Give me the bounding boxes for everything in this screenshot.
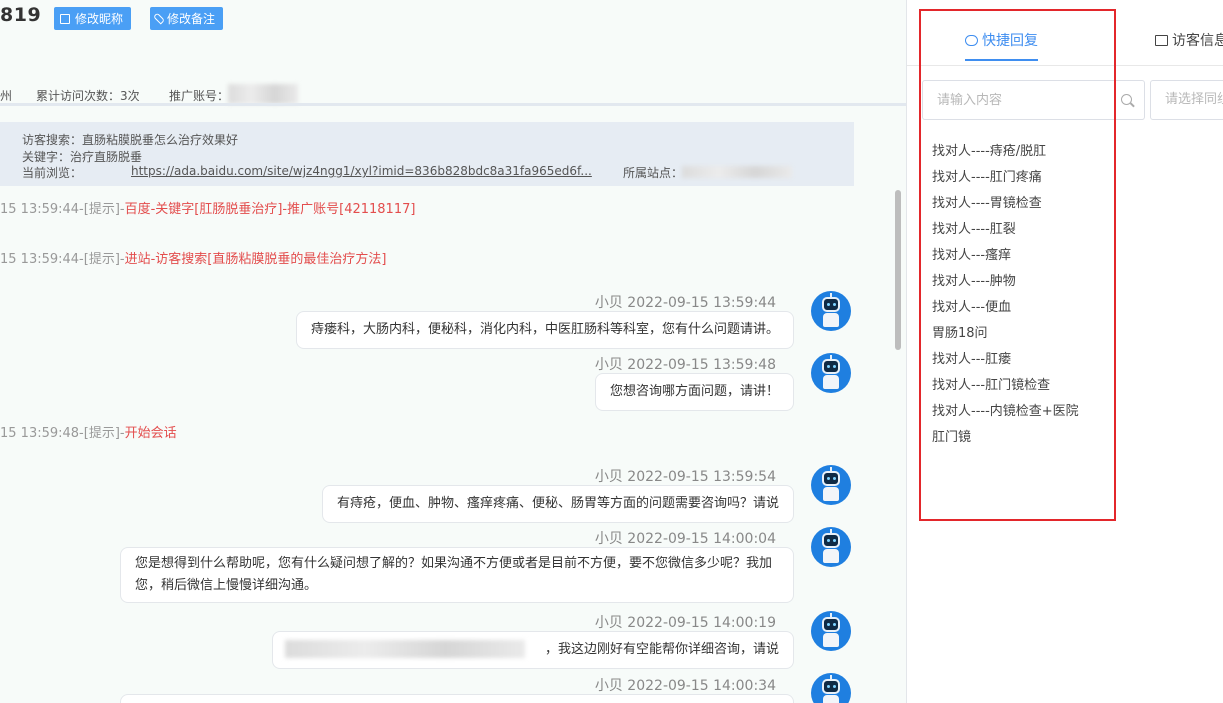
redacted-text bbox=[285, 640, 525, 658]
message-bubble: 您是想得到什么帮助呢，您有什么疑问想了解的？如果沟通不方便或者是目前不方便，要不… bbox=[120, 547, 794, 603]
quick-reply-item[interactable]: 找对人---瘙痒 bbox=[932, 244, 1011, 263]
quick-reply-item[interactable]: 找对人---便血 bbox=[932, 296, 1011, 315]
message-meta: 小贝 2022-09-15 13:59:48 bbox=[594, 357, 776, 373]
message-meta: 小贝 2022-09-15 14:00:34 bbox=[594, 678, 776, 694]
search-icon[interactable] bbox=[1121, 94, 1132, 105]
visit-count: 累计访问次数：3次 bbox=[36, 89, 140, 103]
quick-reply-item[interactable]: 找对人---肛门镜检查 bbox=[932, 374, 1050, 393]
message-bubble bbox=[120, 694, 794, 703]
quick-reply-item[interactable]: 找对人----肛裂 bbox=[932, 218, 1016, 237]
system-message: 15 13:59:48-[提示]-开始会话 bbox=[0, 426, 177, 441]
chat-scrollbar[interactable] bbox=[895, 190, 901, 350]
edit-nickname-button[interactable]: 修改昵称 bbox=[54, 7, 132, 30]
side-panel: 快捷回复 访客信息 请选择同组 找对人----痔疮/脱肛 找对人----肛门疼痛… bbox=[907, 0, 1223, 703]
system-message: 15 13:59:44-[提示]-百度-关键字[肛肠脱垂治疗]-推广账号[421… bbox=[0, 202, 416, 217]
quick-reply-item[interactable]: 找对人----肿物 bbox=[932, 270, 1016, 289]
edit-note-button[interactable]: 修改备注 bbox=[150, 7, 224, 30]
message-bubble: 有痔疮，便血、肿物、瘙痒疼痛、便秘、肠胃等方面的问题需要咨询吗？请说 bbox=[321, 485, 794, 523]
visitor-info-box: 访客搜索：直肠粘膜脱垂怎么治疗效果好 关键字：治疗直肠脱垂 当前浏览： http… bbox=[0, 122, 854, 186]
message-meta: 小贝 2022-09-15 14:00:19 bbox=[594, 615, 776, 631]
tab-visitor-info[interactable]: 访客信息 bbox=[1155, 30, 1223, 50]
quick-reply-item[interactable]: 肛门镜 bbox=[932, 426, 971, 445]
message-meta: 小贝 2022-09-15 14:00:04 bbox=[594, 531, 776, 547]
header-divider bbox=[0, 103, 906, 106]
quick-reply-item[interactable]: 找对人----痔疮/脱肛 bbox=[932, 140, 1046, 159]
message-meta: 小贝 2022-09-15 13:59:54 bbox=[594, 469, 776, 485]
reply-search-box bbox=[922, 80, 1145, 120]
quick-reply-item[interactable]: 找对人----肛门疼痛 bbox=[932, 166, 1042, 185]
browsing-label: 当前浏览： bbox=[22, 166, 83, 180]
agent-avatar bbox=[811, 291, 851, 331]
active-tab-underline bbox=[965, 59, 1038, 61]
message-meta: 小贝 2022-09-15 13:59:44 bbox=[594, 295, 776, 311]
tab-quick-reply[interactable]: 快捷回复 bbox=[965, 30, 1038, 61]
promo-account-label: 推广账号： bbox=[169, 89, 230, 103]
reply-search-input[interactable] bbox=[923, 81, 1113, 119]
system-message: 15 13:59:44-[提示]-进站-访客搜索[直肠粘膜脱垂的最佳治疗方法] bbox=[0, 252, 387, 267]
edit-icon bbox=[60, 13, 70, 24]
visitor-id: 819 bbox=[0, 4, 42, 26]
site-label: 所属站点： bbox=[623, 166, 684, 180]
redacted-site bbox=[682, 166, 792, 178]
side-tabs: 快捷回复 访客信息 bbox=[907, 0, 1223, 66]
agent-avatar bbox=[811, 527, 851, 567]
agent-avatar bbox=[811, 611, 851, 651]
chat-panel: 819 修改昵称 修改备注 州 累计访问次数：3次 推广账号： 访客搜索：直肠粘… bbox=[0, 0, 906, 703]
agent-avatar bbox=[811, 353, 851, 393]
redacted-account bbox=[228, 84, 298, 104]
quick-reply-item[interactable]: 找对人----胃镜检查 bbox=[932, 192, 1042, 211]
group-select[interactable]: 请选择同组 bbox=[1150, 80, 1223, 120]
search-info: 访客搜索：直肠粘膜脱垂怎么治疗效果好 bbox=[22, 133, 239, 147]
quick-reply-item[interactable]: 找对人----内镜检查+医院 bbox=[932, 400, 1079, 419]
pencil-icon bbox=[152, 12, 166, 25]
location-fragment: 州 bbox=[0, 89, 13, 103]
keyword-info: 关键字：治疗直肠脱垂 bbox=[22, 150, 143, 164]
quick-reply-item[interactable]: 找对人---肛瘘 bbox=[932, 348, 1011, 367]
quick-reply-item[interactable]: 胃肠18问 bbox=[932, 322, 988, 341]
message-bubble: 痔瘘科，大肠内科，便秘科，消化内科，中医肛肠科等科室，您有什么问题请讲。 bbox=[295, 311, 794, 349]
id-card-icon bbox=[1155, 34, 1168, 46]
chat-bubble-icon bbox=[965, 34, 978, 46]
message-bubble: 您想咨询哪方面问题，请讲！ bbox=[594, 373, 794, 411]
agent-avatar bbox=[811, 673, 851, 703]
agent-avatar bbox=[811, 465, 851, 505]
browsing-link[interactable]: https://ada.baidu.com/site/wjz4ngg1/xyl?… bbox=[131, 164, 592, 178]
